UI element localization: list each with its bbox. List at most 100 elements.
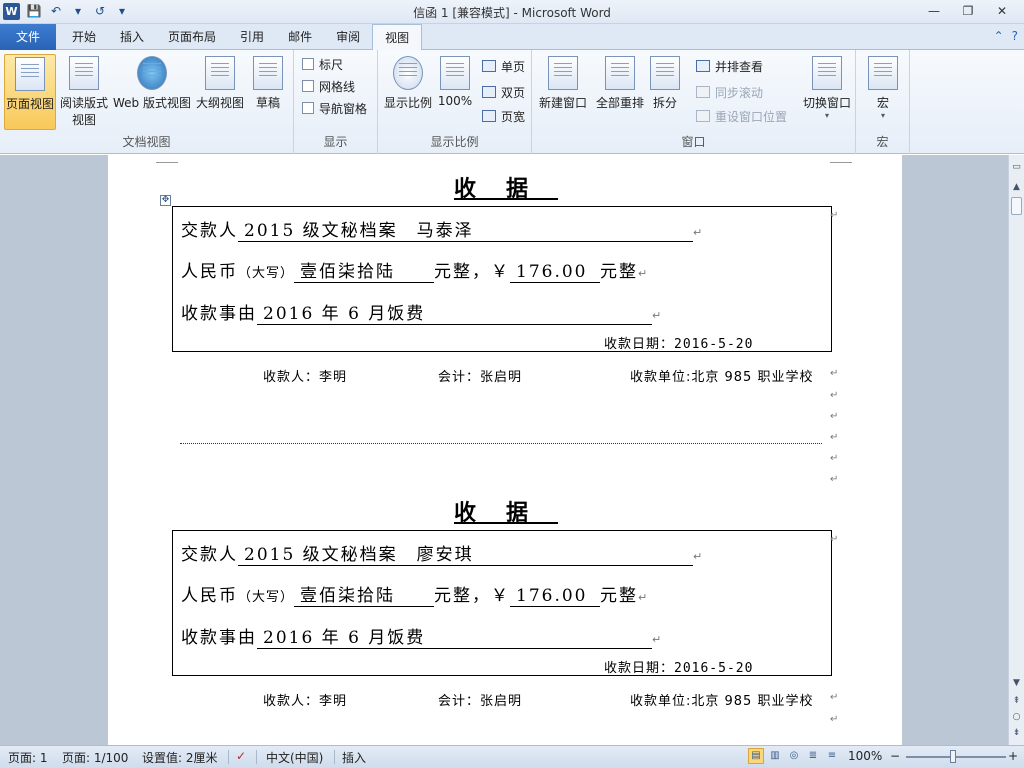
nav-pane-check[interactable]	[302, 102, 314, 114]
zoom-out-icon[interactable]: −	[890, 749, 900, 763]
web-layout-view-icon[interactable]: ◎	[786, 748, 802, 764]
word-app-icon[interactable]: W	[3, 3, 20, 20]
receipt-2-rmb-small: （大写）	[238, 590, 295, 605]
para-mark: ↵	[830, 453, 839, 464]
status-bar: 页面: 1 页面: 1/100 设置值: 2厘米 ✓ 中文(中国) 插入 ▤ ▥…	[0, 745, 1024, 768]
ruler-label: 标尺	[319, 57, 344, 72]
zoom-in-icon[interactable]: +	[1008, 749, 1018, 763]
collapse-ribbon-icon[interactable]: ⌃	[994, 29, 1004, 43]
status-pages[interactable]: 页面: 1/100	[62, 749, 128, 766]
zoom-button[interactable]: 显示比例	[382, 54, 434, 130]
next-page-icon[interactable]: ⇟	[1010, 727, 1023, 740]
close-button[interactable]: ✕	[986, 2, 1018, 20]
split-button[interactable]: 拆分	[648, 54, 682, 130]
row-end-mark: ↵	[830, 534, 839, 545]
status-insert-mode[interactable]: 插入	[342, 749, 366, 766]
group-show: 标尺 网格线 导航窗格 显示	[294, 50, 378, 154]
zoom-level[interactable]: 100%	[848, 749, 882, 763]
sync-scroll-button[interactable]: 同步滚动	[696, 82, 763, 102]
crop-mark-left	[156, 155, 178, 163]
scroll-thumb[interactable]	[1011, 197, 1022, 215]
scroll-up-icon[interactable]: ▲	[1010, 181, 1023, 194]
ruler-toggle-icon[interactable]: ▭	[1010, 161, 1023, 174]
undo-dropdown-icon[interactable]: ▾	[70, 3, 86, 19]
ribbon-right-icons: ⌃ ?	[994, 29, 1018, 43]
receipt-1-reason-label: 收款事由	[181, 304, 257, 324]
restore-button[interactable]: ❐	[952, 2, 984, 20]
save-icon[interactable]: 💾	[26, 3, 42, 19]
quick-access-toolbar: 💾 ↶ ▾ ↺ ▾	[26, 3, 130, 19]
receipt-1-reason-value: 2016 年 6 月饭费	[257, 299, 652, 325]
status-settings[interactable]: 设置值: 2厘米	[142, 749, 218, 766]
redo-icon[interactable]: ↺	[92, 3, 108, 19]
draft-view-icon[interactable]: ≡	[824, 748, 840, 764]
zoom-slider[interactable]	[906, 756, 1006, 758]
web-layout-button[interactable]: Web 版式视图	[112, 54, 192, 130]
proofing-icon[interactable]: ✓	[236, 749, 246, 763]
minimize-button[interactable]: —	[918, 2, 950, 20]
ribbon-tab-row: 文件 开始 插入 页面布局 引用 邮件 审阅 视图 ⌃ ?	[0, 24, 1024, 51]
cut-line	[180, 443, 822, 444]
outline-view-icon[interactable]: ≣	[805, 748, 821, 764]
ruler-check[interactable]	[302, 58, 314, 70]
zoom-100-button[interactable]: 100%	[436, 54, 474, 130]
receipt-2-rmb-label: 人民币	[181, 586, 238, 606]
scroll-down-icon[interactable]: ▼	[1010, 677, 1023, 690]
tab-mailings[interactable]: 邮件	[276, 24, 324, 50]
ruler-checkbox[interactable]: 标尺	[302, 54, 343, 74]
page-width-button[interactable]: 页宽	[482, 106, 525, 126]
para-mark: ↵	[652, 633, 662, 646]
reset-position-button[interactable]: 重设窗口位置	[696, 106, 787, 126]
tab-file[interactable]: 文件	[0, 24, 56, 50]
switch-windows-label: 切换窗口	[802, 96, 851, 110]
arrange-all-label: 全部重排	[595, 96, 644, 110]
one-page-button[interactable]: 单页	[482, 56, 525, 76]
undo-icon[interactable]: ↶	[48, 3, 64, 19]
page-width-label: 页宽	[501, 109, 526, 124]
side-by-side-label: 并排查看	[715, 59, 764, 74]
receipt-1-unit: 收款单位:北京 985 职业学校	[630, 370, 814, 385]
para-mark: ↵	[830, 390, 839, 401]
document-area: ✥ 收据 交款人 2015 级文秘档案 马泰泽 ↵ 人民币（大写） 壹佰柒拾陆 元整，￥…	[0, 155, 1008, 745]
status-language[interactable]: 中文(中国)	[266, 749, 323, 766]
full-reading-button[interactable]: 阅读版式 视图	[58, 54, 110, 130]
nav-pane-checkbox[interactable]: 导航窗格	[302, 98, 367, 118]
macros-button[interactable]: 宏 ▾	[864, 54, 902, 130]
receipt-2-unit: 收款单位:北京 985 职业学校	[630, 694, 814, 709]
full-reading-label-1: 阅读版式	[59, 96, 108, 110]
previous-page-icon[interactable]: ⇞	[1010, 695, 1023, 708]
outline-button[interactable]: 大纲视图	[194, 54, 246, 130]
ribbon-tabs: 开始 插入 页面布局 引用 邮件 审阅 视图	[60, 24, 423, 51]
receipt-1-rmb-small: （大写）	[238, 266, 295, 281]
status-separator	[334, 750, 335, 764]
two-pages-button[interactable]: 双页	[482, 82, 525, 102]
para-mark: ↵	[652, 309, 662, 322]
draft-button[interactable]: 草稿	[248, 54, 288, 130]
one-page-icon	[482, 60, 496, 72]
side-by-side-button[interactable]: 并排查看	[696, 56, 763, 76]
new-window-button[interactable]: 新建窗口	[536, 54, 590, 130]
help-icon[interactable]: ?	[1012, 29, 1018, 43]
tab-review[interactable]: 审阅	[324, 24, 372, 50]
gridlines-checkbox[interactable]: 网格线	[302, 76, 355, 96]
status-page[interactable]: 页面: 1	[8, 749, 48, 766]
tab-view[interactable]: 视图	[372, 24, 423, 51]
print-layout-view-icon[interactable]: ▤	[748, 748, 764, 764]
zoom-slider-thumb[interactable]	[950, 750, 956, 763]
ribbon-view: 页面视图 阅读版式 视图 Web 版式视图 大纲视图 草稿 文档视图 标尺 网格…	[0, 50, 1024, 154]
tab-insert[interactable]: 插入	[108, 24, 156, 50]
vertical-scrollbar[interactable]: ▭ ▲ ▼ ⇞ ○ ⇟	[1008, 155, 1024, 745]
table-move-handle-icon[interactable]: ✥	[160, 195, 171, 206]
select-browse-object-icon[interactable]: ○	[1010, 711, 1023, 724]
receipt-2-yuan-whole: 元整，	[434, 586, 492, 606]
gridlines-check[interactable]	[302, 80, 314, 92]
switch-windows-button[interactable]: 切换窗口 ▾	[800, 54, 854, 130]
customize-qat-icon[interactable]: ▾	[114, 3, 130, 19]
two-pages-label: 双页	[501, 85, 526, 100]
full-reading-view-icon[interactable]: ▥	[767, 748, 783, 764]
tab-references[interactable]: 引用	[228, 24, 276, 50]
tab-home[interactable]: 开始	[60, 24, 108, 50]
arrange-all-button[interactable]: 全部重排	[592, 54, 648, 130]
print-layout-button[interactable]: 页面视图	[4, 54, 56, 130]
tab-page-layout[interactable]: 页面布局	[156, 24, 228, 50]
